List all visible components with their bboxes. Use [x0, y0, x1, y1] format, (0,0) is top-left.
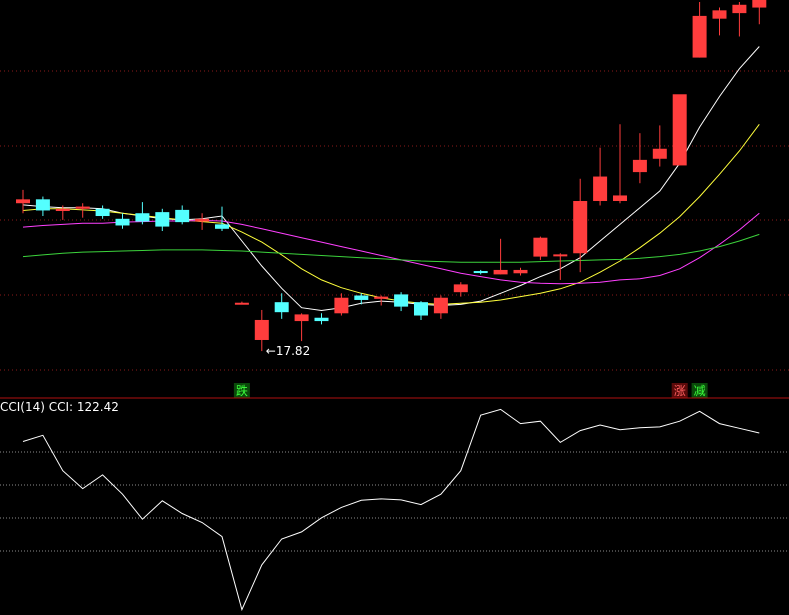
candle-body [533, 237, 548, 257]
candle-body [433, 297, 448, 314]
candle-body [672, 94, 687, 166]
candle-body [453, 284, 468, 293]
candle-body [334, 297, 349, 314]
signal-text: 涨 [674, 383, 686, 398]
candle-body [553, 254, 568, 257]
candle-body [175, 209, 190, 223]
candle-body [632, 159, 647, 173]
candle-body [274, 302, 289, 313]
candle-body [35, 199, 50, 211]
chart-background [0, 0, 789, 615]
candle-body [692, 15, 707, 58]
stock-chart: ←17.82 跌 涨减 CCI(14) CCI: 122.42 [0, 0, 789, 615]
candle-body [115, 218, 130, 226]
candle-body [473, 271, 488, 274]
low-price-label: ←17.82 [266, 344, 310, 358]
low-price-annotation: ←17.82 [266, 344, 310, 358]
candle-body [254, 319, 269, 340]
signal-reduce: 减 [691, 383, 708, 398]
candle-body [513, 269, 528, 274]
candle-body [493, 269, 508, 275]
candle-body [652, 148, 667, 159]
candle-body [712, 10, 727, 19]
signal-sell: 涨 [671, 383, 688, 398]
candle-body [294, 314, 309, 322]
candle-body [95, 208, 110, 217]
candle-body [55, 208, 70, 212]
candle [533, 236, 548, 260]
candle-body [414, 302, 428, 316]
candle-body [613, 195, 627, 202]
candle-body [155, 212, 170, 227]
candle-body [195, 218, 210, 222]
candle-body [374, 296, 389, 299]
signal-text: 跌 [236, 383, 248, 398]
candle-body [234, 302, 249, 305]
signal-text: 减 [694, 384, 706, 398]
candle-body [752, 0, 767, 8]
candle-body [394, 294, 409, 307]
candle [672, 94, 687, 166]
candle-body [75, 206, 90, 209]
candle-body [16, 199, 30, 204]
cci-indicator-label: CCI(14) CCI: 122.42 [0, 400, 119, 414]
candle-body [215, 224, 229, 229]
candle-body [573, 201, 588, 254]
candle-body [314, 317, 329, 322]
candle-body [732, 4, 747, 14]
candle-body [593, 176, 608, 202]
candle-body [135, 213, 150, 222]
candle-body [354, 295, 369, 300]
signal-buy: 跌 [233, 383, 250, 398]
